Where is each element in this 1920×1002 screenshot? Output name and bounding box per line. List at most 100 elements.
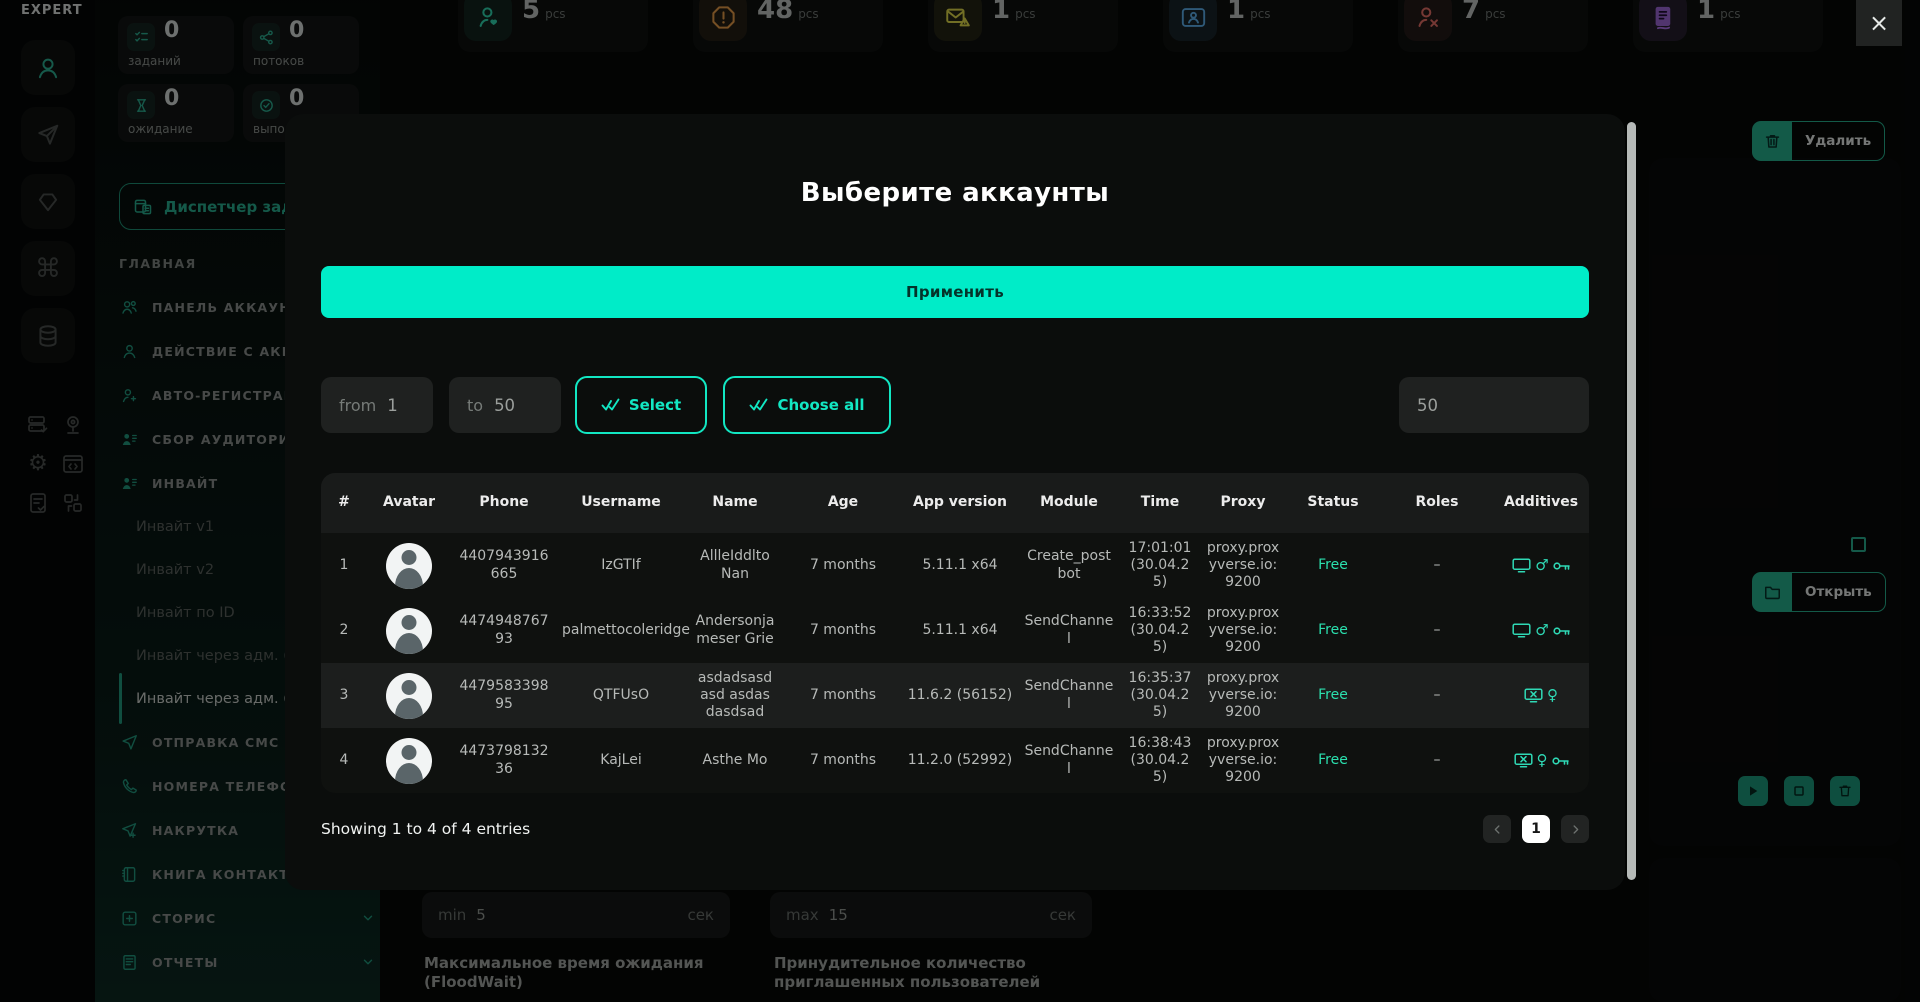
phone-cell: 447379813236 xyxy=(451,743,557,777)
username-cell: IzGTIf xyxy=(557,557,685,574)
next-page-button[interactable] xyxy=(1561,815,1589,843)
female-icon: ♀ xyxy=(1547,688,1558,703)
monitor-icon xyxy=(1512,558,1531,573)
page-size-input[interactable]: 50 xyxy=(1399,377,1589,433)
app-root: EXPERT ⌘ xyxy=(0,0,1920,1002)
username-cell: KajLei xyxy=(557,752,685,769)
double-check-icon xyxy=(749,398,768,412)
proxy-cell: proxy.proxyverse.io:9200 xyxy=(1201,670,1285,721)
module-cell: SendChannel xyxy=(1019,678,1119,712)
time-cell: 16:35:37(30.04.25) xyxy=(1119,670,1201,721)
select-button[interactable]: Select xyxy=(575,376,707,434)
module-cell: SendChannel xyxy=(1019,743,1119,777)
to-value: 50 xyxy=(494,396,515,415)
app-version-cell: 11.6.2 (56152) xyxy=(901,687,1019,704)
close-icon[interactable]: × xyxy=(1856,0,1902,46)
prev-page-button[interactable] xyxy=(1483,815,1511,843)
selection-controls: from 1 to 50 Select Choose all 50 xyxy=(321,376,1589,434)
proxy-cell: proxy.proxyverse.io:9200 xyxy=(1201,540,1285,591)
additives-cell: ♂ xyxy=(1493,558,1589,573)
page-number-button[interactable]: 1 xyxy=(1522,815,1550,843)
col-header: Roles xyxy=(1381,494,1493,511)
additives-cell: ♀ xyxy=(1493,688,1589,703)
status-badge: Free xyxy=(1285,752,1381,769)
male-icon: ♂ xyxy=(1535,558,1548,573)
from-input[interactable]: from 1 xyxy=(321,377,433,433)
name-cell: AllleIddlto Nan xyxy=(685,548,785,582)
time-cell: 16:33:52(30.04.25) xyxy=(1119,605,1201,656)
table-header-row: # Avatar Phone Username Name Age App ver… xyxy=(321,473,1589,533)
chevron-right-icon xyxy=(1569,823,1582,836)
name-cell: Andersonja meser Grie xyxy=(685,613,785,647)
avatar xyxy=(386,738,432,784)
table-row[interactable]: 4 447379813236 KajLei Asthe Mo 7 months … xyxy=(321,728,1589,793)
status-badge: Free xyxy=(1285,557,1381,574)
roles-cell: – xyxy=(1381,687,1493,704)
username-cell: QTFUsO xyxy=(557,687,685,704)
avatar-cell xyxy=(367,543,451,589)
col-header: Username xyxy=(557,494,685,511)
age-cell: 7 months xyxy=(785,752,901,769)
time-cell: 16:38:43(30.04.25) xyxy=(1119,735,1201,786)
table-footer: Showing 1 to 4 of 4 entries 1 xyxy=(321,815,1589,843)
module-cell: SendChannel xyxy=(1019,613,1119,647)
monitor-icon xyxy=(1512,623,1531,638)
key-icon xyxy=(1553,561,1570,571)
app-version-cell: 5.11.1 x64 xyxy=(901,557,1019,574)
name-cell: asdadsasd asd asdas dasdsad xyxy=(685,670,785,721)
col-header: Status xyxy=(1285,494,1381,511)
roles-cell: – xyxy=(1381,752,1493,769)
chevron-left-icon xyxy=(1491,823,1504,836)
roles-cell: – xyxy=(1381,557,1493,574)
avatar xyxy=(386,673,432,719)
col-header: Proxy xyxy=(1201,494,1285,511)
choose-all-button[interactable]: Choose all xyxy=(723,376,891,434)
modal-title: Выберите аккаунты xyxy=(321,176,1589,210)
row-num: 2 xyxy=(321,622,367,639)
app-version-cell: 5.11.1 x64 xyxy=(901,622,1019,639)
status-badge: Free xyxy=(1285,622,1381,639)
key-icon xyxy=(1552,756,1569,766)
additives-cell: ♀ xyxy=(1493,753,1589,768)
table-row[interactable]: 3 447958339895 QTFUsO asdadsasd asd asda… xyxy=(321,663,1589,728)
accounts-table: # Avatar Phone Username Name Age App ver… xyxy=(321,473,1589,793)
col-header: Additives xyxy=(1493,494,1589,511)
avatar-cell xyxy=(367,608,451,654)
to-input[interactable]: to 50 xyxy=(449,377,561,433)
male-icon: ♂ xyxy=(1535,623,1548,638)
avatar xyxy=(386,543,432,589)
phone-cell: 447958339895 xyxy=(451,678,557,712)
monitor-x-icon xyxy=(1524,688,1543,703)
avatar xyxy=(386,608,432,654)
row-num: 4 xyxy=(321,752,367,769)
table-row[interactable]: 1 4407943916665 IzGTIf AllleIddlto Nan 7… xyxy=(321,533,1589,598)
to-label: to xyxy=(467,396,483,415)
scrollbar-thumb[interactable] xyxy=(1627,122,1636,880)
key-icon xyxy=(1553,626,1570,636)
select-accounts-modal: Выберите аккаунты Применить from 1 to 50… xyxy=(285,114,1625,890)
row-num: 3 xyxy=(321,687,367,704)
entries-summary: Showing 1 to 4 of 4 entries xyxy=(321,820,530,838)
avatar-cell xyxy=(367,673,451,719)
additives-cell: ♂ xyxy=(1493,623,1589,638)
status-badge: Free xyxy=(1285,687,1381,704)
name-cell: Asthe Mo xyxy=(685,752,785,769)
table-row[interactable]: 2 447494876793 palmettocoleridge Anderso… xyxy=(321,598,1589,663)
pagination: 1 xyxy=(1483,815,1589,843)
female-icon: ♀ xyxy=(1537,753,1548,768)
apply-button[interactable]: Применить xyxy=(321,266,1589,318)
from-value: 1 xyxy=(387,396,398,415)
row-num: 1 xyxy=(321,557,367,574)
col-header: Phone xyxy=(451,494,557,511)
page-size-value: 50 xyxy=(1417,396,1438,415)
proxy-cell: proxy.proxyverse.io:9200 xyxy=(1201,735,1285,786)
col-header: App version xyxy=(901,494,1019,511)
col-header: Name xyxy=(685,494,785,511)
proxy-cell: proxy.proxyverse.io:9200 xyxy=(1201,605,1285,656)
col-header: Age xyxy=(785,494,901,511)
phone-cell: 447494876793 xyxy=(451,613,557,647)
module-cell: Create_postbot xyxy=(1019,548,1119,582)
age-cell: 7 months xyxy=(785,557,901,574)
time-cell: 17:01:01(30.04.25) xyxy=(1119,540,1201,591)
app-version-cell: 11.2.0 (52992) xyxy=(901,752,1019,769)
